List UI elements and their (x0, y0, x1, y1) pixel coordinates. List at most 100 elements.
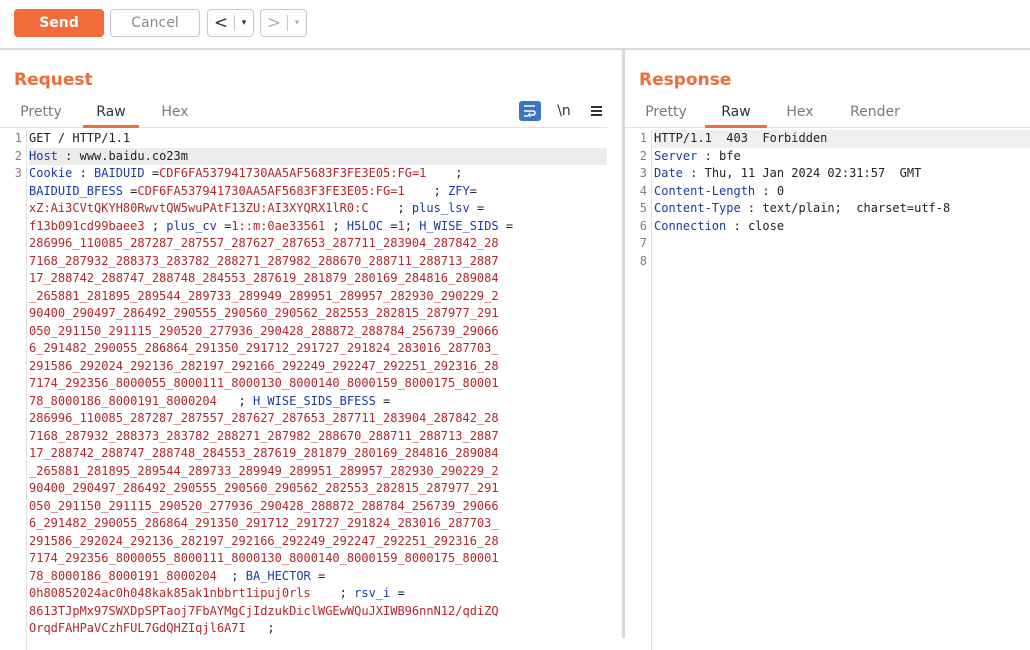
code-line[interactable]: HTTP/1.1 403 Forbidden (654, 130, 1030, 148)
tab-request-pretty[interactable]: Pretty (14, 104, 68, 126)
header-value: 1::m:0ae33561 (231, 218, 326, 233)
code-line[interactable]: 6_291482_290055_286864_291350_291712_291… (29, 340, 607, 358)
history-back-button[interactable]: < ▾ (207, 9, 254, 37)
header-name: Cookie (29, 166, 73, 180)
chevron-right-icon[interactable]: > (261, 10, 287, 36)
code-line[interactable]: Content-Type : text/plain; charset=utf-8 (654, 200, 1030, 218)
tab-request-hex[interactable]: Hex (148, 104, 202, 126)
line-number (0, 183, 26, 201)
code-text: = (216, 218, 232, 233)
line-number (0, 568, 26, 586)
code-line[interactable]: xZ:Ai3CVtQKYH80RwvtQW5wuPAtF13ZU:AI3XYQR… (29, 200, 607, 218)
tab-response-raw[interactable]: Raw (705, 104, 767, 126)
code-line[interactable]: OrqdFAHPaVCzhFUL7GdQHZIqjl6A7I ; (29, 620, 607, 638)
header-value: 7174_292356_8000055_8000111_8000130_8000… (29, 551, 499, 565)
code-line[interactable]: 90400_290497_286492_290555_290560_290562… (29, 305, 607, 323)
header-name: Server (654, 148, 698, 163)
line-number (0, 445, 26, 463)
chevron-down-icon[interactable]: ▾ (237, 10, 251, 36)
code-text: close (747, 218, 785, 233)
header-name: Content-Type (654, 201, 741, 215)
code-text: text/plain; charset=utf-8 (762, 201, 951, 215)
code-line[interactable]: 7168_287932_288373_283782_288271_287982_… (29, 253, 607, 271)
line-number (0, 200, 26, 218)
chevron-left-icon[interactable]: < (208, 10, 234, 36)
code-line[interactable]: f13b091cd99baee3 ; plus_cv =1::m:0ae3356… (29, 218, 607, 236)
code-line[interactable] (654, 235, 1030, 253)
code-text: ; (368, 201, 412, 215)
code-line[interactable]: 78_8000186_8000191_8000204 ; H_WISE_SIDS… (29, 393, 607, 411)
code-text: 0 (776, 183, 785, 198)
code-line[interactable]: 17_288742_288747_288748_284553_287619_28… (29, 445, 607, 463)
active-tab-indicator (83, 125, 139, 128)
tab-response-hex[interactable]: Hex (773, 104, 827, 126)
response-editor[interactable]: 1 2 3 4 5 6 7 8 HTTP/1.1 403 Forbidden Server : … (625, 130, 1030, 650)
code-text: ; (216, 393, 253, 408)
newline-toggle-icon[interactable]: \n (553, 101, 575, 121)
header-value: 7174_292356_8000055_8000111_8000130_8000… (29, 376, 499, 390)
code-line[interactable]: 0h80852024ac0h048kak85ak1nbbrt1ipuj0rls … (29, 585, 607, 603)
code-text: : (72, 166, 95, 180)
code-line[interactable] (654, 253, 1030, 271)
line-number (0, 375, 26, 393)
code-line[interactable]: 90400_290497_286492_290555_290560_290562… (29, 480, 607, 498)
menu-icon[interactable] (587, 101, 609, 121)
cancel-button[interactable]: Cancel (110, 9, 200, 37)
header-value: _265881_281895_289544_289733_289949_2899… (29, 288, 499, 303)
header-name: H_WISE_SIDS_BFESS (252, 393, 376, 408)
code-text: : (697, 148, 720, 163)
tab-response-pretty[interactable]: Pretty (639, 104, 693, 126)
header-value: 291586_292024_292136_282197_292166_29224… (29, 533, 499, 548)
code-line[interactable]: GET / HTTP/1.1 (29, 130, 607, 148)
code-line[interactable]: Content-Length : 0 (654, 183, 1030, 201)
code-line[interactable]: 050_291150_291115_290520_277936_290428_2… (29, 323, 607, 341)
code-text: ; (404, 183, 449, 198)
header-name: BA_HECTOR (245, 568, 311, 583)
divider (234, 15, 235, 31)
code-line[interactable]: 6_291482_290055_286864_291350_291712_291… (29, 515, 607, 533)
scrollbar[interactable] (607, 130, 622, 638)
code-line[interactable]: 7174_292356_8000055_8000111_8000130_8000… (29, 550, 607, 568)
line-number (0, 358, 26, 376)
header-value: CDF6FA537941730AA5AF5683F3FE3E05:FG=1 (137, 183, 405, 198)
line-number (0, 288, 26, 306)
code-text: : (726, 218, 748, 233)
code-line[interactable]: 78_8000186_8000191_8000204 ; BA_HECTOR = (29, 568, 607, 586)
code-line[interactable]: _265881_281895_289544_289733_289949_2899… (29, 288, 607, 306)
tab-response-render[interactable]: Render (839, 104, 911, 126)
code-line[interactable]: 7168_287932_288373_283782_288271_287982_… (29, 428, 607, 446)
line-number: 1 (14, 131, 22, 145)
request-code[interactable]: GET / HTTP/1.1 Host : www.baidu.co23m Cook… (29, 130, 607, 638)
line-number (0, 340, 26, 358)
history-forward-button[interactable]: > ▾ (260, 9, 307, 37)
response-code[interactable]: HTTP/1.1 403 Forbidden Server : bfe Date :… (654, 130, 1030, 270)
code-line[interactable]: Server : bfe (654, 148, 1030, 166)
response-pane: Response Pretty Raw Hex Render 1 2 3 4 5 6 7 8 … (625, 50, 1030, 650)
code-line[interactable]: 8613TJpMx97SWXDpSPTaoj7FbAYMgCjIdzukDicl… (29, 603, 607, 621)
line-number: 3 (639, 166, 647, 180)
header-value: 7168_287932_288373_283782_288271_287982_… (29, 253, 499, 268)
code-line[interactable]: 286996_110085_287287_287557_287627_28765… (29, 235, 607, 253)
send-button[interactable]: Send (14, 9, 104, 37)
code-line[interactable]: 291586_292024_292136_282197_292166_29224… (29, 358, 607, 376)
header-value: 291586_292024_292136_282197_292166_29224… (29, 358, 499, 373)
word-wrap-icon[interactable] (519, 101, 541, 121)
code-line[interactable]: Connection : close (654, 218, 1030, 236)
code-line[interactable]: 7174_292356_8000055_8000111_8000130_8000… (29, 375, 607, 393)
code-line[interactable]: Cookie : BAIDUID =CDF6FA537941730AA5AF56… (29, 165, 607, 183)
header-value: 050_291150_291115_290520_277936_290428_2… (29, 323, 499, 338)
code-line[interactable]: _265881_281895_289544_289733_289949_2899… (29, 463, 607, 481)
code-line[interactable]: 286996_110085_287287_287557_287627_28765… (29, 410, 607, 428)
code-line[interactable]: 17_288742_288747_288748_284553_287619_28… (29, 270, 607, 288)
header-value: 90400_290497_286492_290555_290560_290562… (29, 306, 499, 320)
code-line[interactable]: 050_291150_291115_290520_277936_290428_2… (29, 498, 607, 516)
code-line[interactable]: 291586_292024_292136_282197_292166_29224… (29, 533, 607, 551)
chevron-down-icon[interactable]: ▾ (290, 10, 304, 36)
line-number: 1 (639, 131, 647, 145)
request-editor[interactable]: 1 2 3 GET / HTTP/1.1 Host : www.baidu.co23m… (0, 130, 607, 650)
code-line[interactable]: Host : www.baidu.co23m (29, 147, 607, 165)
code-line[interactable]: BAIDUID_BFESS =CDF6FA537941730AA5AF5683F… (29, 183, 607, 201)
code-text: GET / HTTP/1.1 (29, 131, 131, 145)
tab-request-raw[interactable]: Raw (83, 104, 139, 126)
code-line[interactable]: Date : Thu, 11 Jan 2024 02:31:57 GMT (654, 165, 1030, 183)
